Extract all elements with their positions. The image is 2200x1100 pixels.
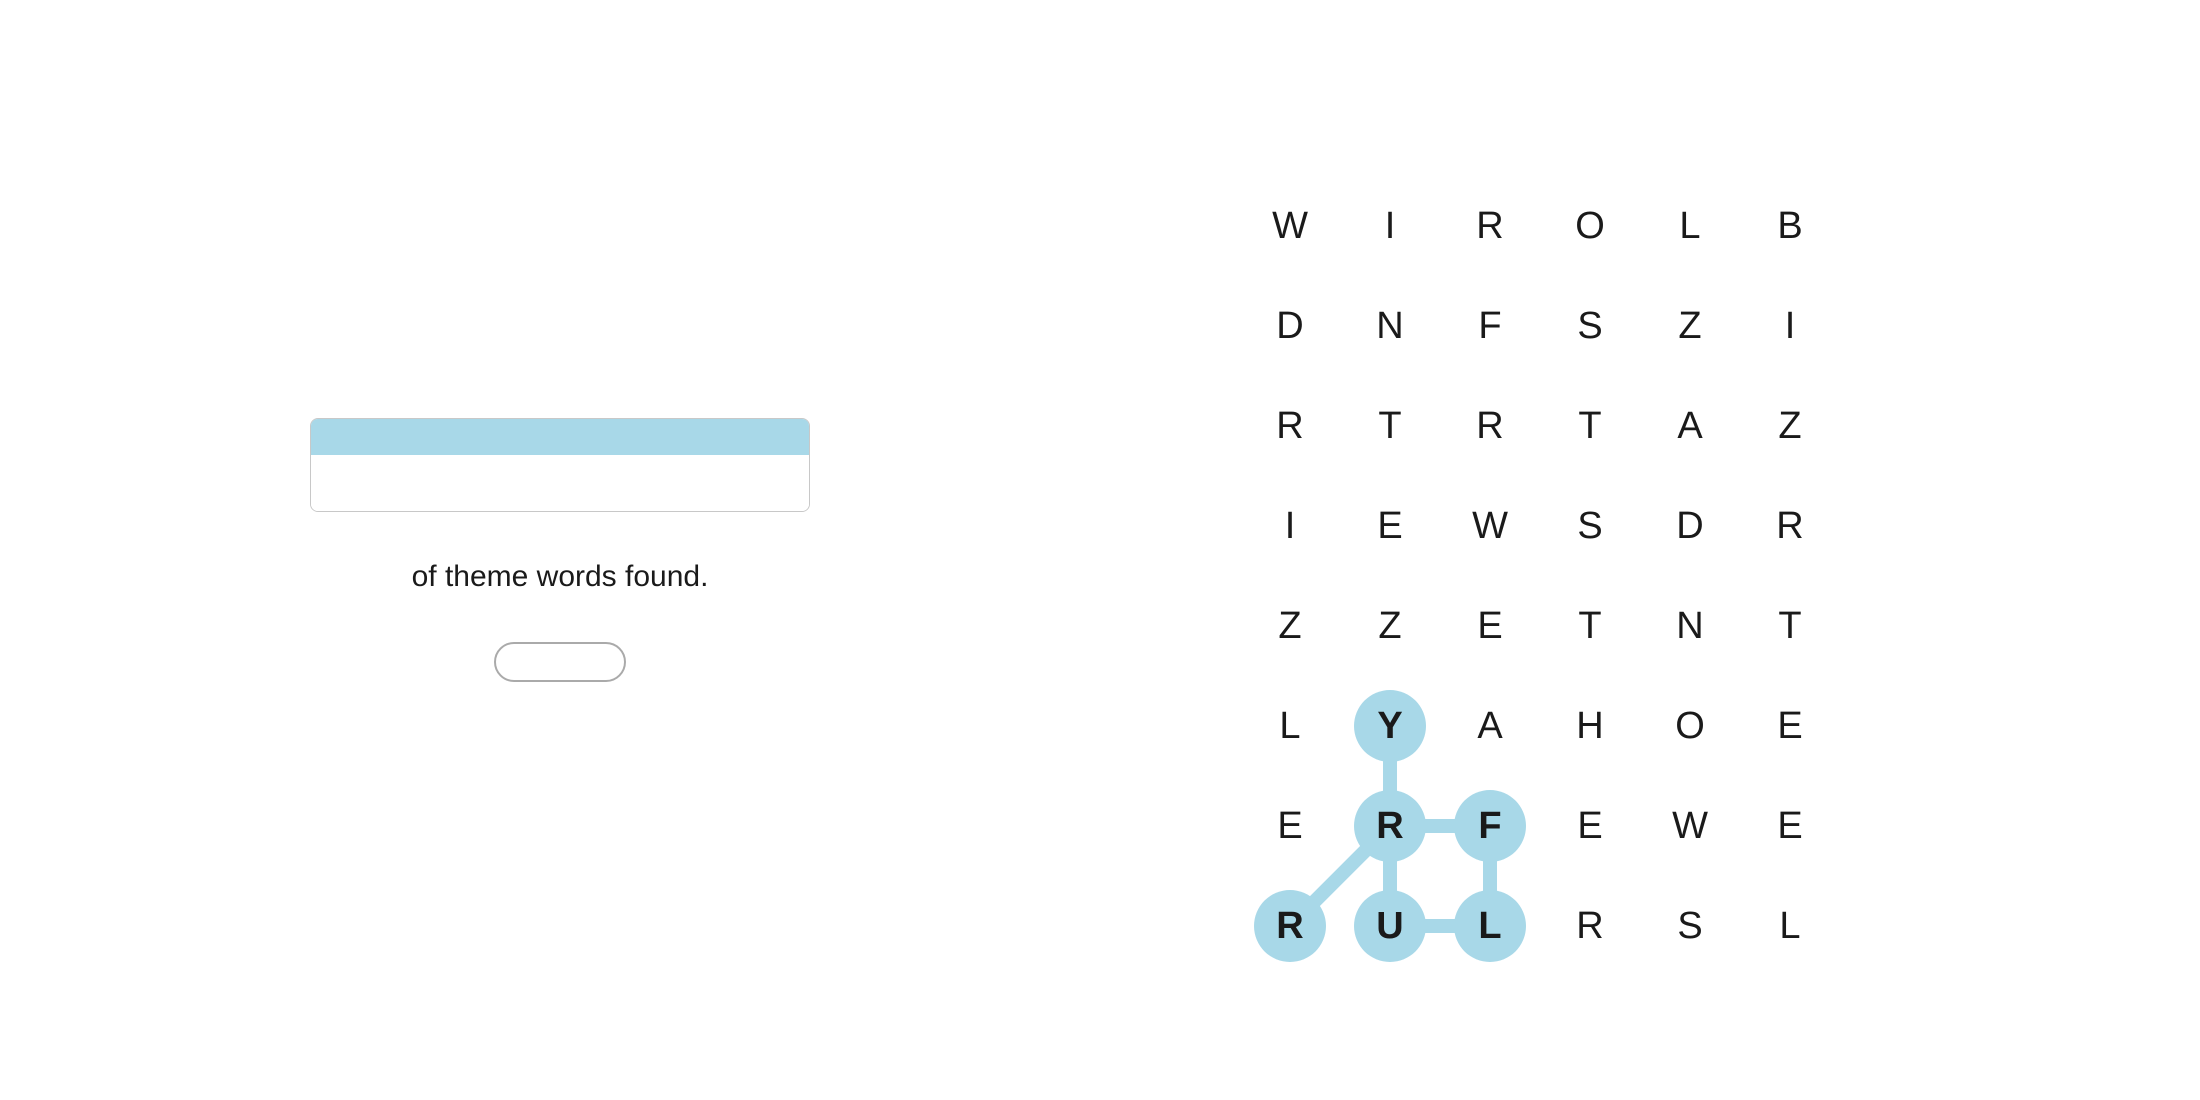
- highlighted-letter: L: [1454, 890, 1526, 962]
- highlighted-letter: R: [1354, 790, 1426, 862]
- highlighted-letter: R: [1254, 890, 1326, 962]
- highlighted-letter: F: [1454, 790, 1526, 862]
- grid-cell: E: [1540, 776, 1640, 876]
- grid-cell: E: [1740, 676, 1840, 776]
- grid-cell: B: [1740, 176, 1840, 276]
- theme-card-body: [311, 455, 809, 511]
- grid-cell: S: [1540, 476, 1640, 576]
- grid-cell: L: [1240, 676, 1340, 776]
- progress-after: theme words found.: [445, 560, 708, 593]
- grid-cell: T: [1540, 576, 1640, 676]
- grid-cell: N: [1640, 576, 1740, 676]
- grid-cell: F: [1440, 276, 1540, 376]
- grid-cell: R: [1540, 876, 1640, 976]
- grid-cell: A: [1440, 676, 1540, 776]
- grid-cell: N: [1340, 276, 1440, 376]
- left-panel: of theme words found.: [210, 418, 910, 682]
- grid-cell: W: [1640, 776, 1740, 876]
- grid-cell: I: [1340, 176, 1440, 276]
- hint-button[interactable]: [494, 642, 626, 682]
- grid-container: WIROLBDNFSZIRTRTAZIEWSDRZZETNTLYAHOEERFE…: [1240, 176, 1840, 976]
- grid-cell: E: [1740, 776, 1840, 876]
- grid-cell: S: [1640, 876, 1740, 976]
- grid-cell: T: [1540, 376, 1640, 476]
- grid-cell: T: [1740, 576, 1840, 676]
- main-container: of theme words found. WIROLBDNFSZIRTRTAZ…: [0, 0, 2200, 1100]
- theme-card: [310, 418, 810, 512]
- grid-cell: R: [1440, 376, 1540, 476]
- highlighted-letter: U: [1354, 890, 1426, 962]
- theme-card-header: [311, 419, 809, 455]
- progress-text: of theme words found.: [412, 560, 709, 594]
- grid-cell: Z: [1740, 376, 1840, 476]
- grid-cell: L: [1740, 876, 1840, 976]
- right-panel: WIROLBDNFSZIRTRTAZIEWSDRZZETNTLYAHOEERFE…: [1090, 124, 1990, 976]
- grid-cell: E: [1240, 776, 1340, 876]
- grid-cell: Z: [1240, 576, 1340, 676]
- grid-cell: W: [1440, 476, 1540, 576]
- grid-cell: R: [1240, 376, 1340, 476]
- grid-cell: A: [1640, 376, 1740, 476]
- progress-of: of: [412, 560, 445, 593]
- grid-cell: O: [1540, 176, 1640, 276]
- grid-cell: L: [1640, 176, 1740, 276]
- grid-cell: H: [1540, 676, 1640, 776]
- grid-cell: O: [1640, 676, 1740, 776]
- highlighted-letter: Y: [1354, 690, 1426, 762]
- grid-cell: I: [1740, 276, 1840, 376]
- grid-cell: Z: [1640, 276, 1740, 376]
- grid-cell[interactable]: U: [1340, 876, 1440, 976]
- grid-cell: R: [1740, 476, 1840, 576]
- grid-cell[interactable]: R: [1240, 876, 1340, 976]
- grid-cell: T: [1340, 376, 1440, 476]
- grid-cell[interactable]: F: [1440, 776, 1540, 876]
- grid-cell: D: [1640, 476, 1740, 576]
- grid-cell[interactable]: R: [1340, 776, 1440, 876]
- grid-cell: E: [1440, 576, 1540, 676]
- grid-cell[interactable]: Y: [1340, 676, 1440, 776]
- grid-cell: Z: [1340, 576, 1440, 676]
- grid-cell: E: [1340, 476, 1440, 576]
- grid-cell: S: [1540, 276, 1640, 376]
- grid-cell: I: [1240, 476, 1340, 576]
- grid-cell: R: [1440, 176, 1540, 276]
- grid-cell[interactable]: L: [1440, 876, 1540, 976]
- grid-cell: W: [1240, 176, 1340, 276]
- grid-cell: D: [1240, 276, 1340, 376]
